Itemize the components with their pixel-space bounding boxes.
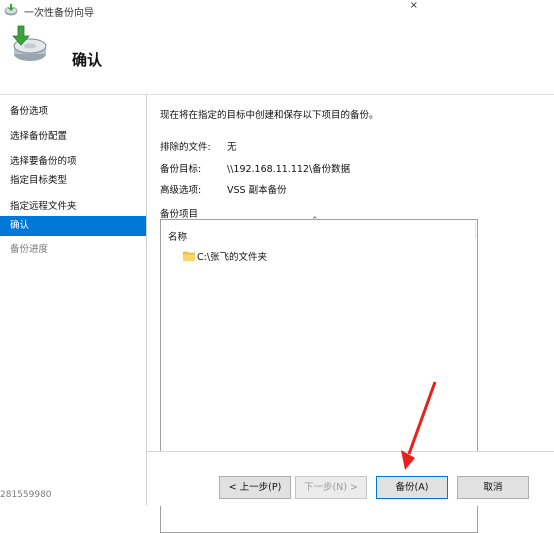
backup-drive-icon: [12, 25, 47, 61]
wizard-steps-nav: 备份选项 选择备份配置 选择要备份的项 指定目标类型 指定远程文件夹 确认 备份…: [0, 95, 147, 505]
backup-target-value: \\192.168.11.112\备份数据: [227, 164, 351, 175]
backup-target-row: 备份目标: \\192.168.11.112\备份数据: [160, 161, 350, 175]
sort-up-icon: ⌃: [311, 216, 319, 226]
button-bar: < 上一步(P) 下一步(N) > 备份(A) 取消: [147, 451, 554, 506]
excluded-files-value: 无: [227, 142, 237, 153]
previous-button[interactable]: < 上一步(P): [219, 476, 291, 499]
wizard-header: 确认: [0, 22, 554, 95]
excluded-files-label: 排除的文件:: [160, 142, 211, 153]
step-select-backup-config: 选择备份配置: [10, 131, 68, 142]
next-button[interactable]: 下一步(N) >: [295, 476, 367, 499]
step-specify-target-type: 指定目标类型: [10, 175, 68, 186]
backup-button[interactable]: 备份(A): [376, 476, 448, 499]
watermark-text: 281559980: [0, 490, 52, 500]
cancel-button[interactable]: 取消: [457, 476, 529, 499]
folder-icon: [183, 251, 195, 261]
advanced-options-row: 高级选项: VSS 副本备份: [160, 182, 287, 196]
advanced-options-label: 高级选项:: [160, 185, 202, 196]
confirm-panel: 现在将在指定的目标中创建和保存以下项目的备份。 排除的文件: 无 备份目标: \…: [147, 95, 554, 533]
step-select-items: 选择要备份的项: [10, 156, 77, 167]
step-confirm: 确认: [0, 216, 146, 236]
title-bar: 一次性备份向导 ×: [0, 0, 554, 22]
window-title: 一次性备份向导: [24, 8, 94, 19]
backup-items-label: 备份项目: [160, 209, 199, 220]
annotation-arrow-icon: [401, 381, 437, 470]
column-divider: [475, 222, 476, 238]
intro-text: 现在将在指定的目标中创建和保存以下项目的备份。: [160, 110, 379, 121]
backup-target-label: 备份目标:: [160, 164, 202, 175]
step-specify-remote-folder: 指定远程文件夹: [10, 201, 77, 212]
backup-app-icon: [4, 4, 18, 16]
step-backup-progress: 备份进度: [10, 244, 49, 255]
item-path: C:\张飞的文件夹: [197, 252, 268, 263]
step-backup-options: 备份选项: [10, 106, 49, 117]
close-icon[interactable]: ×: [410, 0, 418, 11]
advanced-options-value: VSS 副本备份: [227, 185, 287, 196]
column-header-name[interactable]: 名称: [168, 229, 187, 243]
page-title: 确认: [72, 51, 103, 69]
excluded-files-row: 排除的文件: 无: [160, 139, 237, 153]
